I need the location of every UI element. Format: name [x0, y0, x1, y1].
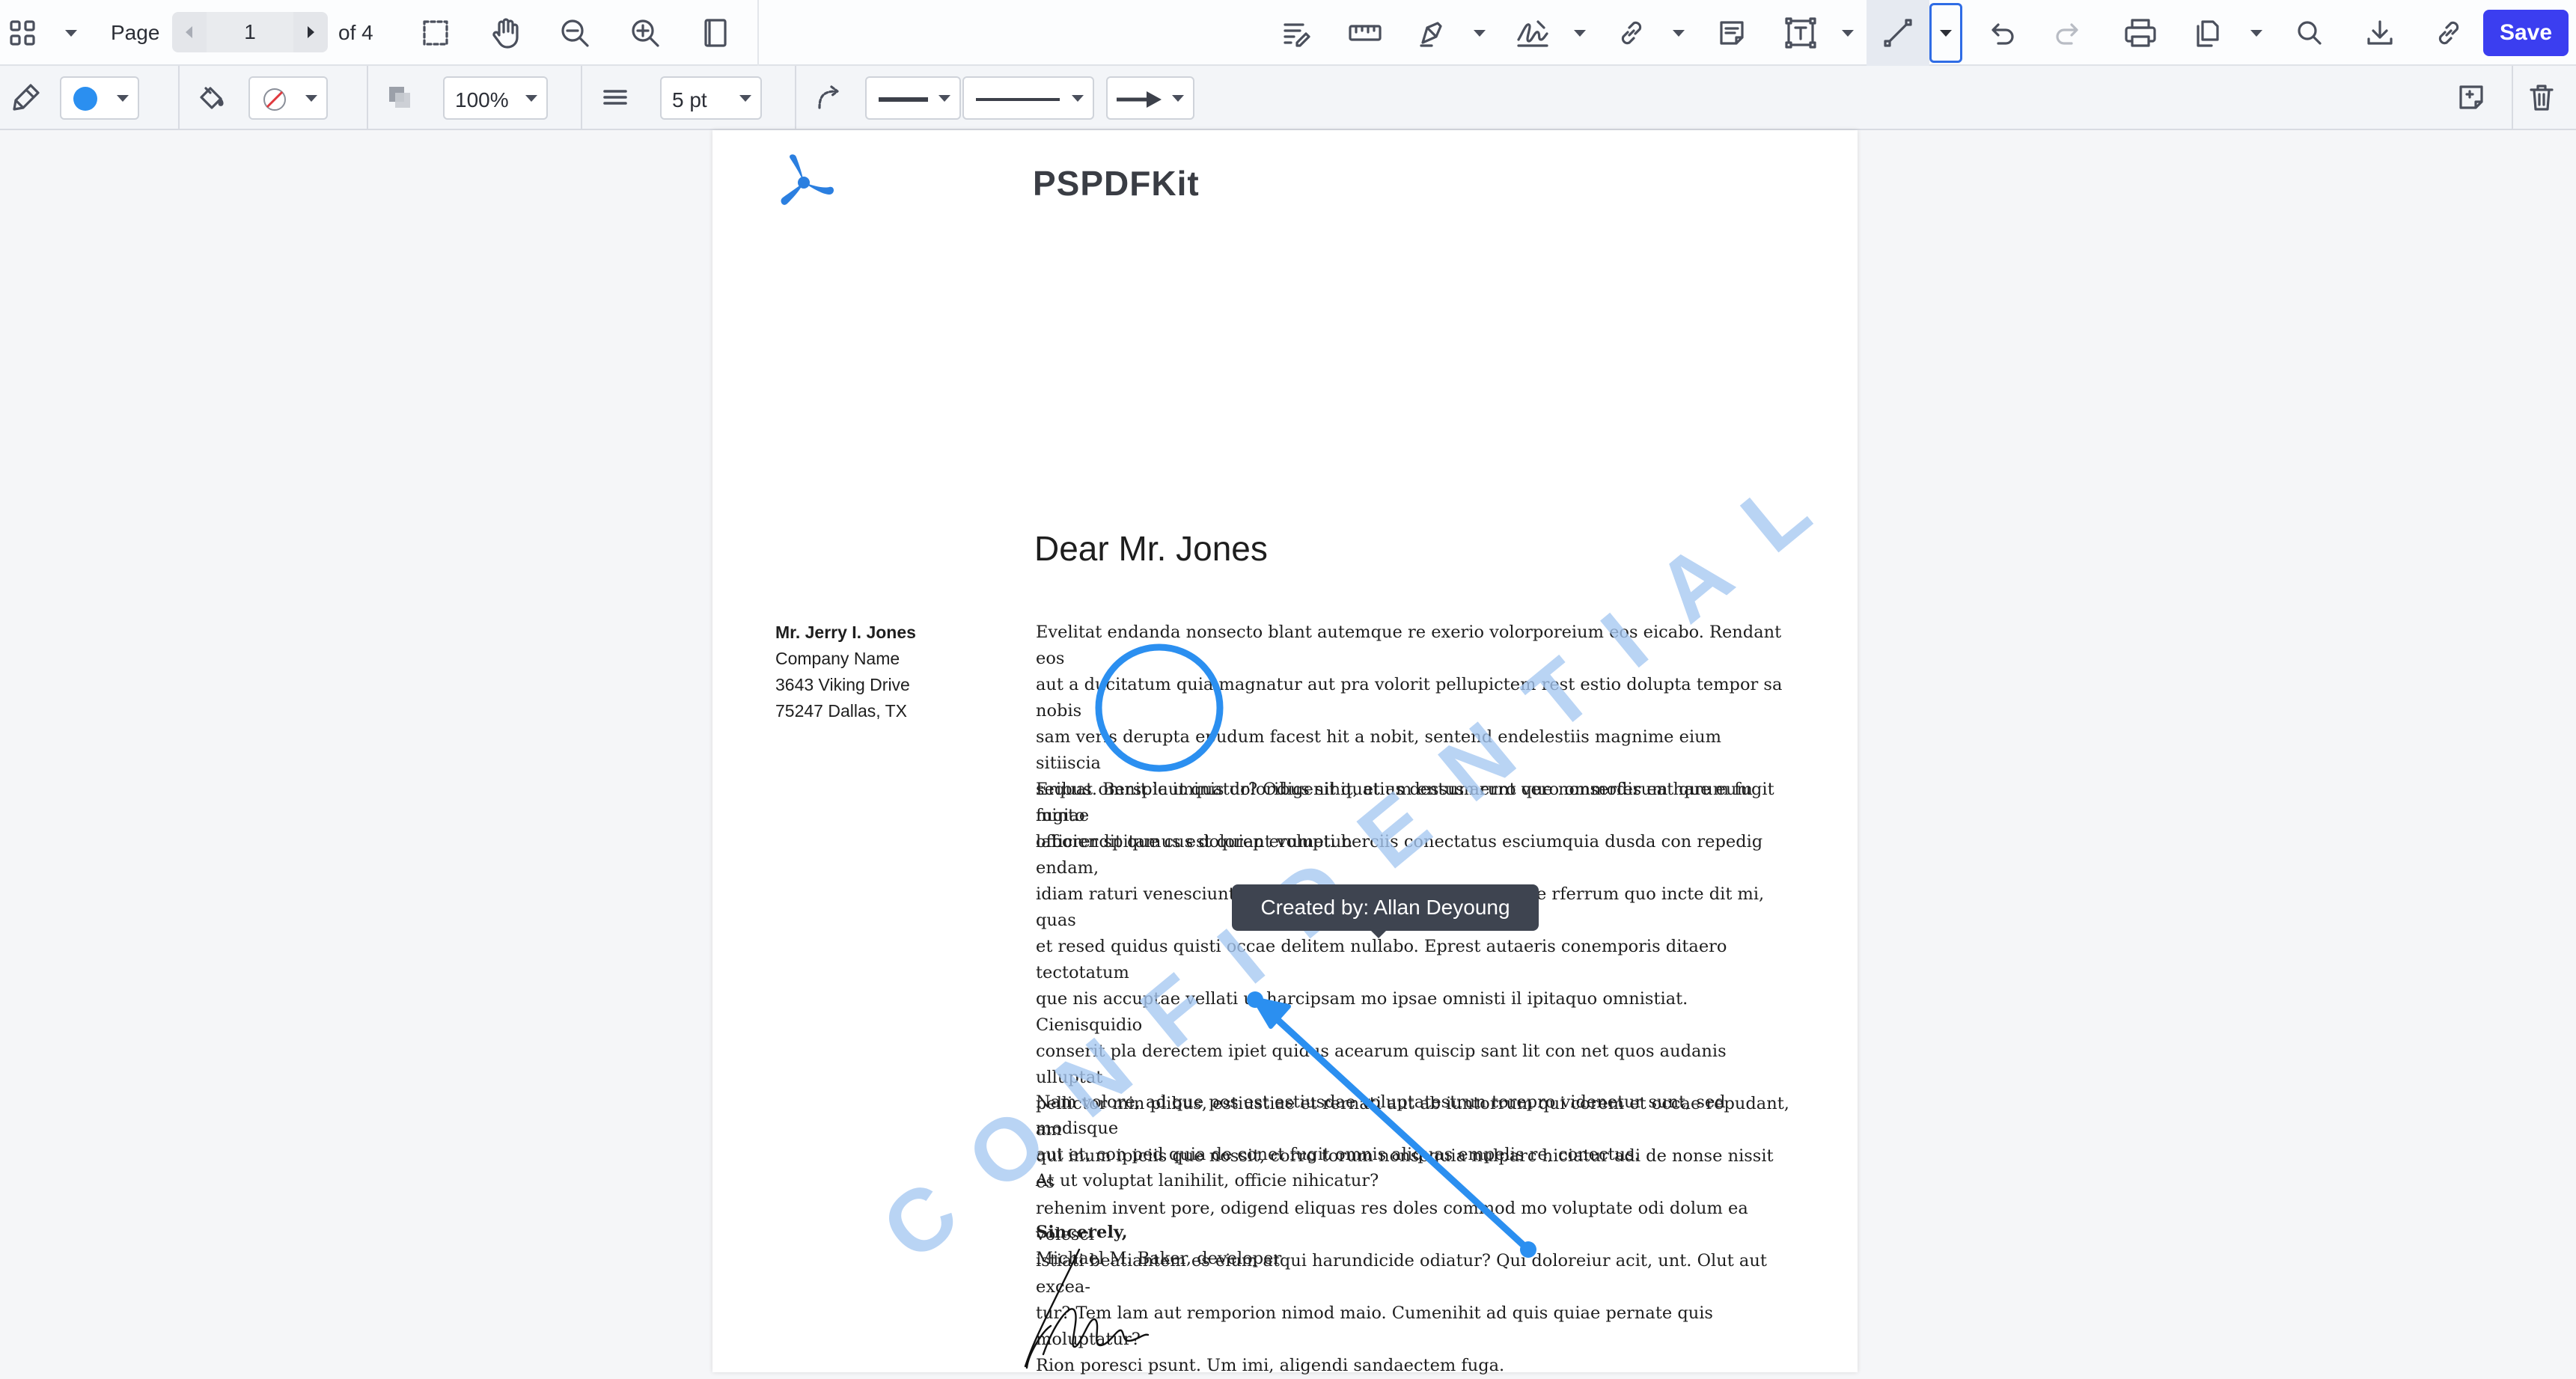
confidential-watermark: CONFIDENTIAL: [864, 431, 1864, 1279]
annotation-overlay: CONFIDENTIAL: [864, 431, 1864, 1279]
arrow-end-handle[interactable]: [1247, 991, 1263, 1008]
arrow-start-handle[interactable]: [1520, 1241, 1536, 1258]
arrow-annotation[interactable]: [1247, 991, 1536, 1258]
circle-annotation[interactable]: [1095, 643, 1224, 772]
author-tooltip: Created by: Allan Deyoung: [1232, 884, 1539, 938]
